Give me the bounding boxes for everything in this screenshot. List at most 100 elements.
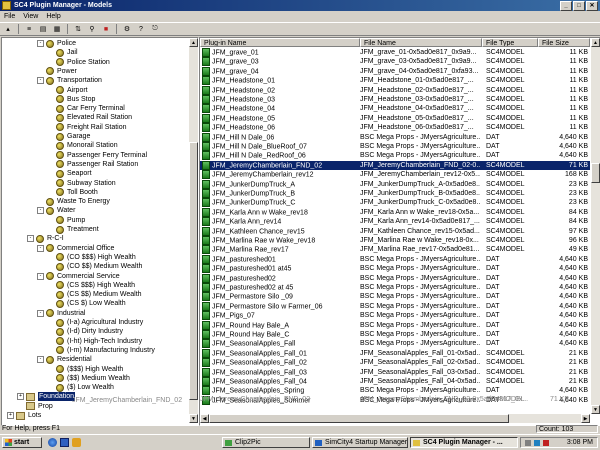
table-row[interactable]: JFM_Round Hay Bale_A BSC Mega Props - JMy…	[200, 320, 590, 330]
table-row[interactable]: JFM_grave_01 JFM_grave_01-0x5ad0e817_0x9a…	[200, 48, 590, 57]
table-row[interactable]: JFM_SeasonalApples_Fall_01 JFM_SeasonalAp…	[200, 348, 590, 358]
folder-up-icon[interactable]: ▴	[2, 23, 14, 35]
tree-item[interactable]: Prop	[26, 402, 53, 411]
desktop-icon[interactable]	[60, 438, 69, 447]
maximize-button[interactable]: □	[573, 1, 585, 11]
tree-item[interactable]: Freight Rail Station	[56, 123, 127, 132]
table-row[interactable]: JFM_Hill N Dale_06 BSC Mega Props - JMyer…	[200, 132, 590, 142]
column-plugin-name[interactable]: Plug-in Name	[200, 38, 360, 47]
table-row[interactable]: JFM_Permastore Silo _09 BSC Mega Props - …	[200, 292, 590, 302]
column-file-name[interactable]: File Name	[360, 38, 482, 47]
task-simcity-startup[interactable]: SimCity4 Startup Manager	[312, 437, 408, 448]
menu-view[interactable]: View	[19, 13, 42, 20]
collapse-icon[interactable]: -	[37, 77, 44, 85]
collapse-icon[interactable]: -	[37, 40, 44, 47]
table-row[interactable]: JFM_JeremyChamberlain_FND_02 JFM_JeremyCh…	[200, 160, 590, 170]
expand-icon[interactable]: +	[7, 412, 14, 419]
scroll-right-arrow[interactable]: ▶	[581, 414, 590, 423]
collapse-icon[interactable]: -	[37, 272, 44, 280]
scroll-thumb[interactable]	[189, 142, 198, 400]
tree-item[interactable]: (I-m) Manufacturing Industry	[56, 346, 155, 355]
table-row[interactable]: JFM_SeasonalApples_Fall_04 JFM_SeasonalAp…	[200, 377, 590, 386]
scroll-up-arrow[interactable]: ▲	[591, 38, 600, 47]
tree-item[interactable]: Subway Station	[56, 179, 116, 188]
table-row[interactable]: JFM_SeasonalApples_Fall BSC Mega Props - …	[200, 339, 590, 349]
table-row[interactable]: JFM_Headstone_05 JFM_Headstone_05-0x5ad0e…	[200, 113, 590, 123]
tree-item[interactable]: - R-C-I	[27, 234, 64, 243]
tree-item[interactable]: + Foundation	[17, 392, 76, 402]
tree-item[interactable]: Airport	[56, 86, 88, 95]
menu-help[interactable]: Help	[42, 13, 64, 20]
tree-item[interactable]: Jail	[56, 48, 78, 57]
table-row[interactable]: JFM_pastureshed01 at45 BSC Mega Props - J…	[200, 264, 590, 274]
table-row[interactable]: JFM_Hill N Dale_RedRoof_06 BSC Mega Props…	[200, 151, 590, 161]
tree-item[interactable]: - Commercial Office	[37, 244, 114, 253]
scroll-thumb[interactable]	[591, 163, 600, 183]
find-icon[interactable]: ⚲	[86, 23, 98, 35]
task-plugin-manager[interactable]: SC4 Plugin Manager - ...	[410, 437, 518, 448]
antivirus-icon[interactable]	[543, 440, 549, 446]
tree-item[interactable]: - Residential	[37, 355, 92, 364]
tree-item[interactable]: Police Station	[56, 58, 110, 67]
list-scrollbar[interactable]: ▲ ▼	[590, 38, 600, 414]
tree-item[interactable]: Pump	[56, 216, 85, 225]
table-row[interactable]: JFM_SeasonalApples_Fall_03 JFM_SeasonalAp…	[200, 367, 590, 377]
close-button[interactable]: ✕	[586, 1, 598, 11]
plugin-list[interactable]: Plug-in Name File Name File Type File Si…	[199, 37, 600, 426]
tree-item[interactable]: (I-a) Agricultural Industry	[56, 318, 143, 327]
hscroll-thumb[interactable]	[209, 414, 509, 423]
table-row[interactable]: JFM_Marlina Rae_rev17 JFM_Marlina Rae_rev…	[200, 245, 590, 255]
tree-item[interactable]: ($) Low Wealth	[56, 383, 114, 392]
scroll-down-arrow[interactable]: ▼	[591, 405, 600, 414]
window-titlebar[interactable]: SC4 Plugin Manager - Models _ □ ✕	[0, 0, 600, 11]
table-row[interactable]: JFM_Permastore Silo w Farmer_06 BSC Mega …	[200, 301, 590, 311]
list-hscrollbar[interactable]: ◀ ▶	[200, 414, 590, 423]
tree-item[interactable]: Waste To Energy	[46, 197, 110, 206]
column-file-size[interactable]: File Size	[538, 38, 590, 47]
detail-view-icon[interactable]: ▤	[37, 23, 49, 35]
tree-item[interactable]: Toll Booth	[56, 188, 98, 197]
column-file-type[interactable]: File Type	[482, 38, 538, 47]
table-row[interactable]: JFM_Kathleen Chance_rev15 JFM_Kathleen Ch…	[200, 226, 590, 236]
table-row[interactable]: JFM_grave_03 JFM_grave_03-0x5ad0e817_0x9a…	[200, 57, 590, 67]
collapse-icon[interactable]: -	[37, 309, 44, 317]
tree-item[interactable]: (CO $$$) High Wealth	[56, 253, 136, 262]
task-clip2pic[interactable]: Clip2Pic	[222, 437, 310, 448]
scroll-left-arrow[interactable]: ◀	[200, 414, 209, 423]
table-row[interactable]: JFM_Headstone_06 JFM_Headstone_06-0x5ad0e…	[200, 123, 590, 133]
exit-icon[interactable]: ⎋	[149, 23, 161, 35]
tree-item[interactable]: (CS $) Low Wealth	[56, 299, 126, 308]
table-row[interactable]: JFM_SeasonalApples_Fall_02 JFM_SeasonalAp…	[200, 358, 590, 368]
table-row[interactable]: JFM_JeremyChamberlain_rev12 JFM_JeremyCha…	[200, 170, 590, 180]
tree-item[interactable]: - Police	[37, 39, 76, 48]
sort-icon[interactable]: ⇅	[72, 23, 84, 35]
tree-item[interactable]: + Lots	[7, 411, 41, 420]
tree-item[interactable]: (I-d) Dirty Industry	[56, 327, 123, 336]
start-button[interactable]: start	[2, 437, 42, 448]
grid-view-icon[interactable]: ▦	[51, 23, 63, 35]
list-view-icon[interactable]: ≡	[23, 23, 35, 35]
tree-item[interactable]: Monorail Station	[56, 141, 118, 150]
table-row[interactable]: JFM_Headstone_01 JFM_Headstone_01-0x5ad0e…	[200, 76, 590, 86]
category-tree[interactable]: - Police Jail Police Station Power - Transport…	[1, 37, 199, 426]
tree-item[interactable]: Power	[46, 67, 77, 76]
table-row[interactable]: JFM_Karla Ann w Wake_rev18 JFM_Karla Ann …	[200, 207, 590, 217]
table-row[interactable]: JFM_Headstone_02 JFM_Headstone_02-0x5ad0e…	[200, 85, 590, 95]
tree-item[interactable]: (CS $$$) High Wealth	[56, 281, 135, 290]
tree-scrollbar[interactable]: ▲ ▼	[188, 38, 198, 423]
tree-item[interactable]: (I-ht) High-Tech Industry	[56, 337, 142, 346]
expand-icon[interactable]: +	[17, 393, 24, 401]
menu-file[interactable]: File	[0, 13, 19, 20]
table-row[interactable]: JFM_pastureshed01 BSC Mega Props - JMyers…	[200, 254, 590, 264]
table-row[interactable]: JFM_Marlina Rae w Wake_rev18 JFM_Marlina …	[200, 236, 590, 245]
tree-item[interactable]: Garage	[56, 132, 90, 141]
ie-icon[interactable]	[48, 438, 57, 447]
tree-item[interactable]: Passenger Rail Station	[56, 160, 138, 169]
table-row[interactable]: JFM_Karla Ann_rev14 JFM_Karla Ann_rev14-0…	[200, 217, 590, 227]
tree-item[interactable]: - Industrial	[37, 309, 85, 318]
table-row[interactable]: JFM_pastureshed02 BSC Mega Props - JMyers…	[200, 273, 590, 283]
speaker-icon[interactable]	[525, 440, 531, 446]
tree-item[interactable]: - Commercial Service	[37, 272, 120, 281]
tree-item[interactable]: Passenger Ferry Terminal	[56, 151, 147, 160]
tree-item[interactable]: - Water	[37, 206, 75, 215]
